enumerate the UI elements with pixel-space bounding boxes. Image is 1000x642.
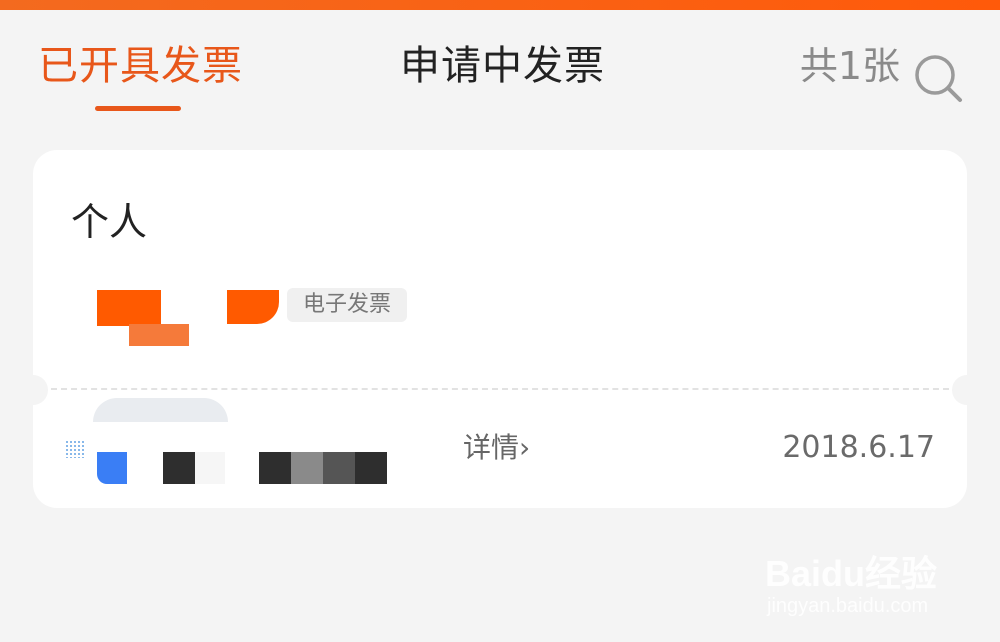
ticket-divider [51, 388, 949, 390]
invoice-title: 个人 [71, 200, 148, 244]
search-button[interactable] [912, 52, 964, 104]
redacted-dots [65, 440, 85, 458]
active-tab-indicator [95, 106, 181, 111]
top-status-strip [0, 0, 1000, 10]
tab-applying-invoices[interactable]: 申请中发票 [400, 40, 605, 92]
invoice-date: 2018.6.17 [782, 430, 935, 465]
invoice-count: 共1张 [799, 44, 900, 88]
search-icon [915, 55, 962, 102]
watermark: Baidu经验 jingyan.baidu.com [765, 535, 965, 625]
redacted-number [93, 452, 393, 488]
invoice-tabs: 已开具发票 申请中发票 共1张 [0, 10, 1000, 120]
ticket-notch-left [33, 375, 48, 405]
app-root: 已开具发票 申请中发票 共1张 个人 电子发票 详情› 2018.6.17 Ba… [0, 0, 1000, 642]
watermark-url: jingyan.baidu.com [767, 595, 929, 617]
invoice-card[interactable]: 个人 电子发票 详情› 2018.6.17 [33, 150, 967, 508]
view-details-link[interactable]: 详情› [463, 430, 530, 466]
redacted-company-name [93, 288, 293, 348]
detail-label: 详情 [463, 431, 520, 464]
invoice-type-tag: 电子发票 [287, 288, 408, 322]
ticket-notch-right [952, 375, 967, 405]
chevron-right-icon: › [519, 431, 531, 464]
redacted-text [93, 398, 228, 422]
watermark-logo: Baidu经验 [765, 553, 938, 594]
tab-issued-invoices[interactable]: 已开具发票 [38, 40, 243, 92]
